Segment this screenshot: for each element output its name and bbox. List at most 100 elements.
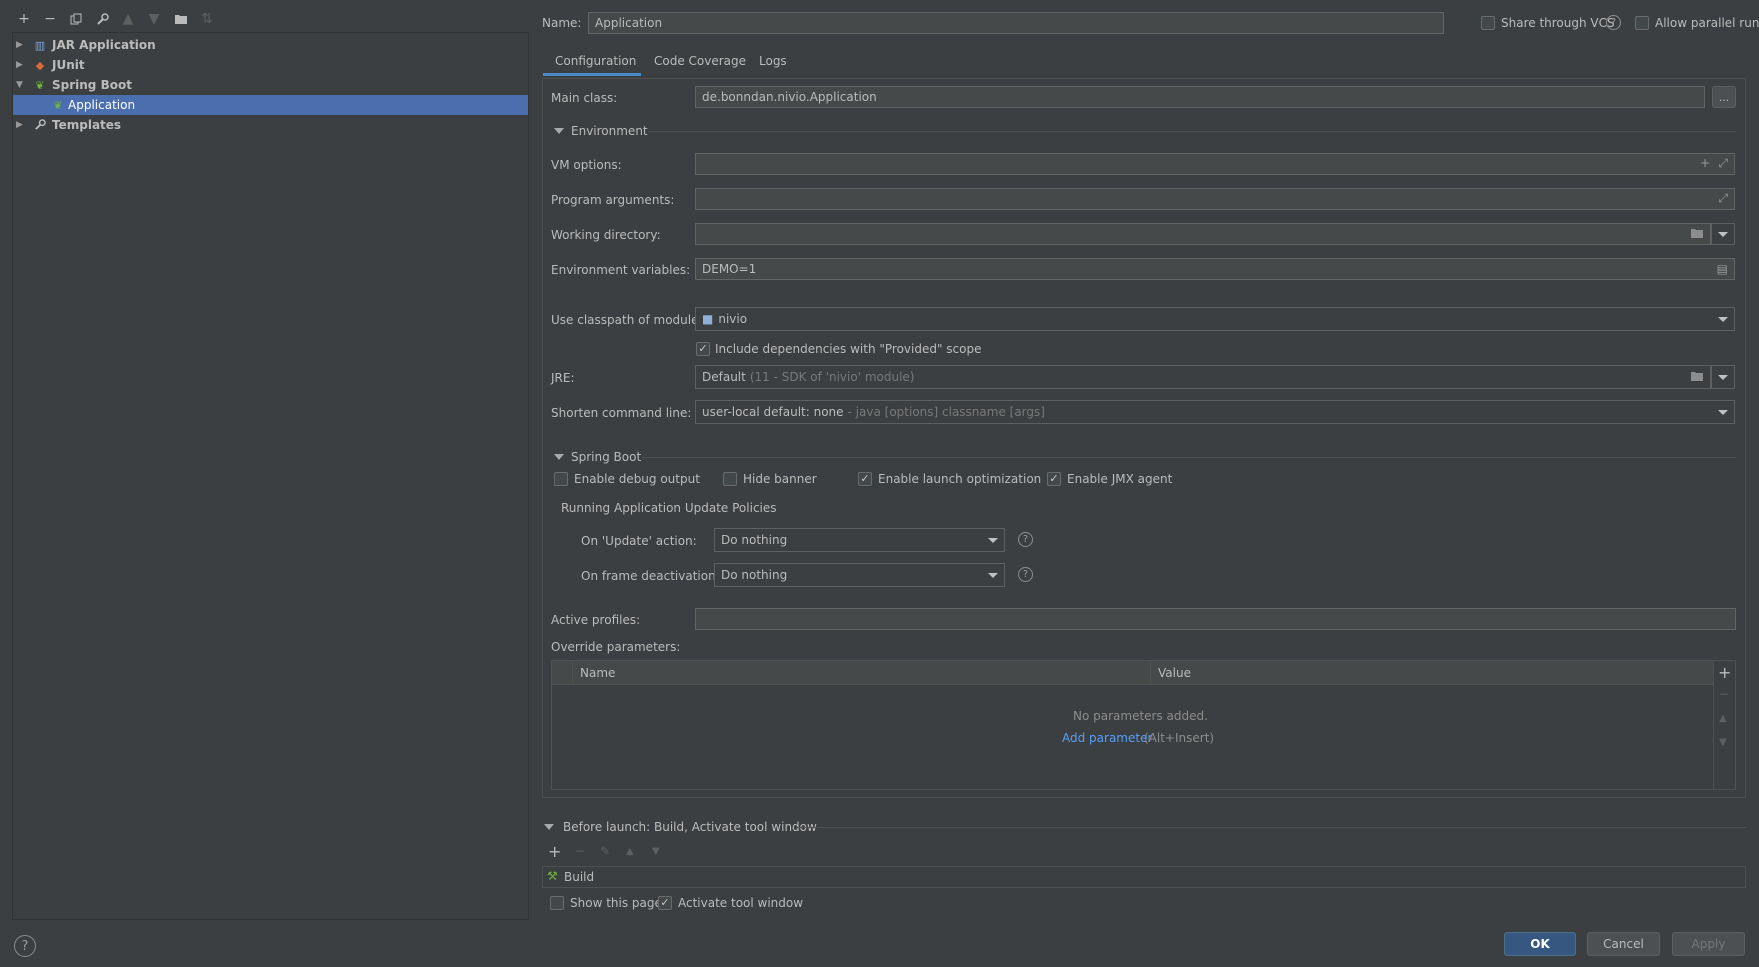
working-directory-dropdown[interactable] (1711, 223, 1735, 245)
show-page-checkbox[interactable] (550, 896, 564, 910)
collapse-arrow-icon[interactable] (544, 824, 554, 830)
edit-icon[interactable]: ✎ (600, 844, 610, 858)
update-policies-title: Running Application Update Policies (561, 501, 777, 515)
main-class-label: Main class: (551, 91, 618, 105)
column-value-header[interactable]: Value (1158, 666, 1191, 680)
remove-icon[interactable]: − (41, 10, 59, 28)
working-directory-input[interactable] (695, 223, 1711, 245)
expand-arrow-icon[interactable]: ▶ (16, 40, 23, 50)
debug-output-checkbox[interactable] (554, 472, 568, 486)
launch-optimization-label: Enable launch optimization (878, 472, 1042, 486)
folder-icon[interactable] (1690, 370, 1704, 385)
folder-icon[interactable] (1690, 227, 1704, 242)
tree-item-junit[interactable]: ▶ ◆ JUnit (13, 55, 528, 75)
classpath-module-select[interactable]: ■ nivio (695, 307, 1735, 331)
active-profiles-input[interactable] (695, 608, 1736, 630)
collapse-arrow-icon[interactable]: ▼ (16, 80, 23, 90)
tree-item-templates[interactable]: ▶ Templates (13, 115, 528, 135)
jre-dropdown[interactable] (1711, 365, 1735, 389)
name-label: Name: (542, 16, 582, 30)
parameters-table[interactable]: Name Value No parameters added. Add para… (551, 660, 1714, 790)
jre-select[interactable]: Default (11 - SDK of 'nivio' module) (695, 365, 1711, 389)
vm-options-label: VM options: (551, 158, 622, 172)
remove-icon[interactable]: − (1719, 687, 1729, 701)
name-input[interactable]: Application (588, 12, 1444, 34)
empty-table-text: No parameters added. (1073, 709, 1208, 723)
move-up-icon[interactable]: ▲ (626, 846, 634, 857)
main-class-input[interactable]: de.bonndan.nivio.Application (695, 86, 1705, 108)
section-divider (648, 131, 1736, 132)
jar-icon: ▥ (34, 38, 46, 52)
allow-parallel-label: Allow parallel run (1655, 16, 1759, 30)
tree-item-application[interactable]: ❦ Application (13, 95, 528, 115)
tab-configuration[interactable]: Configuration (555, 54, 636, 68)
help-icon[interactable]: ? (1018, 532, 1033, 547)
move-up-icon[interactable]: ▲ (119, 10, 137, 28)
move-down-icon[interactable]: ▼ (145, 10, 163, 28)
expand-arrow-icon[interactable]: ▶ (16, 60, 23, 70)
sort-icon[interactable]: ⇅ (198, 10, 216, 28)
move-up-icon[interactable]: ▲ (1719, 713, 1727, 724)
column-name-header[interactable]: Name (580, 666, 615, 680)
collapse-arrow-icon[interactable] (554, 128, 564, 134)
spring-boot-icon: ❦ (35, 78, 45, 92)
jmx-agent-checkbox[interactable]: ✓ (1047, 472, 1061, 486)
environment-variables-input[interactable]: DEMO=1 ▤ (695, 258, 1735, 280)
tab-logs[interactable]: Logs (759, 54, 787, 68)
add-parameter-link[interactable]: Add parameter (1062, 731, 1152, 745)
wrench-icon[interactable] (93, 10, 111, 28)
help-icon[interactable]: ? (1018, 567, 1033, 582)
spring-boot-section-title: Spring Boot (571, 450, 642, 464)
on-frame-select[interactable]: Do nothing (714, 563, 1005, 587)
build-task-label: Build (564, 870, 595, 884)
launch-optimization-checkbox[interactable]: ✓ (858, 472, 872, 486)
jmx-agent-label: Enable JMX agent (1067, 472, 1173, 486)
expand-icon[interactable]: ⤢ (1718, 156, 1728, 171)
ok-button[interactable]: OK (1504, 932, 1576, 956)
expand-icon[interactable]: ⤢ (1718, 191, 1728, 206)
program-arguments-label: Program arguments: (551, 193, 675, 207)
folder-icon[interactable] (172, 10, 190, 28)
browse-button[interactable]: ... (1712, 86, 1736, 108)
apply-button[interactable]: Apply (1672, 932, 1745, 956)
add-icon[interactable]: + (1700, 156, 1710, 170)
tree-item-spring-boot[interactable]: ▼ ❦ Spring Boot (13, 75, 528, 95)
share-vcs-checkbox[interactable] (1481, 16, 1495, 30)
vm-options-input[interactable]: + ⤢ (695, 153, 1735, 175)
on-update-label: On 'Update' action: (581, 534, 697, 548)
on-frame-value: Do nothing (721, 568, 788, 582)
allow-parallel-checkbox[interactable] (1635, 16, 1649, 30)
add-icon[interactable]: + (548, 842, 561, 861)
shorten-value: user-local default: none (702, 405, 844, 419)
include-dependencies-checkbox[interactable]: ✓ (696, 342, 710, 356)
clipboard-icon[interactable]: ▤ (1717, 262, 1728, 276)
add-icon[interactable]: + (1718, 663, 1731, 682)
add-icon[interactable]: + (15, 10, 33, 28)
expand-arrow-icon[interactable]: ▶ (16, 120, 23, 130)
configuration-tree[interactable]: ▶ ▥ JAR Application ▶ ◆ JUnit ▼ ❦ Spring… (12, 32, 529, 920)
collapse-arrow-icon[interactable] (554, 454, 564, 460)
shorten-command-line-select[interactable]: user-local default: none - java [options… (695, 400, 1735, 424)
show-page-label: Show this page (570, 896, 662, 910)
copy-icon[interactable] (67, 10, 85, 28)
section-divider (642, 457, 1736, 458)
tab-code-coverage[interactable]: Code Coverage (654, 54, 746, 68)
help-icon[interactable]: ? (14, 935, 36, 957)
program-arguments-input[interactable]: ⤢ (695, 188, 1735, 210)
share-vcs-label: Share through VCS (1501, 16, 1615, 30)
activate-tool-window-checkbox[interactable]: ✓ (658, 896, 672, 910)
section-divider (796, 827, 1746, 828)
override-parameters-label: Override parameters: (551, 640, 681, 654)
move-down-icon[interactable]: ▼ (652, 846, 660, 857)
move-down-icon[interactable]: ▼ (1719, 737, 1727, 748)
tree-item-jar-application[interactable]: ▶ ▥ JAR Application (13, 35, 528, 55)
help-icon[interactable]: ? (1606, 15, 1621, 30)
before-launch-list[interactable]: ⚒ Build (542, 866, 1746, 888)
hide-banner-checkbox[interactable] (723, 472, 737, 486)
remove-icon[interactable]: − (575, 844, 585, 858)
module-folder-icon: ■ (702, 312, 714, 326)
cancel-button[interactable]: Cancel (1587, 932, 1660, 956)
hammer-icon: ⚒ (547, 869, 558, 883)
classpath-value: nivio (718, 312, 748, 326)
on-update-select[interactable]: Do nothing (714, 528, 1005, 552)
